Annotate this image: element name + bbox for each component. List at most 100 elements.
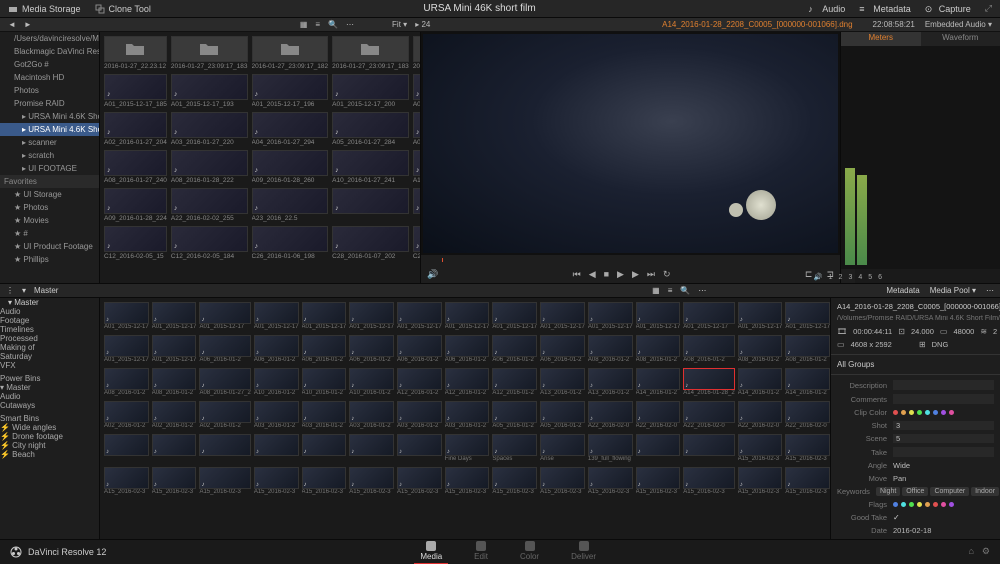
- favorite-item[interactable]: ★ UI Storage: [0, 188, 99, 201]
- storage-clip[interactable]: ♪A05_2016-01-27_284: [332, 112, 409, 146]
- pool-clip[interactable]: ♪A14_2016-01-2: [636, 368, 681, 398]
- folder-item[interactable]: ▸ URSA Mini 4.6K Short Film: [0, 110, 99, 123]
- pool-clip[interactable]: ♪A01_2015-12-17: [152, 302, 197, 332]
- audio-toggle[interactable]: ♪Audio: [808, 4, 845, 14]
- storage-clip[interactable]: ♪A02_2016-01-27_204: [104, 112, 167, 146]
- pool-clip[interactable]: ♪A13_2016-01-2: [588, 368, 633, 398]
- pool-clip[interactable]: ♪A01_2015-12-17: [199, 302, 250, 332]
- pool-clip[interactable]: ♪A06_2016-01-2: [199, 335, 250, 365]
- metadata-menu-icon[interactable]: ⋯: [986, 286, 994, 295]
- storage-clip[interactable]: ♪C26_2016-01-06_198: [252, 226, 329, 260]
- smart-bin-item[interactable]: ⚡ Beach: [0, 450, 99, 459]
- pool-clip[interactable]: ♪A15_2016-02-3: [540, 467, 585, 497]
- meters-tab[interactable]: Meters: [841, 32, 921, 46]
- pool-clip[interactable]: ♪A15_2016-02-3: [199, 467, 250, 497]
- storage-clip[interactable]: ♪A09_2016-01-28_224: [104, 188, 167, 222]
- pool-clip[interactable]: ♪A22_2016-02-0: [683, 401, 734, 431]
- pool-clip[interactable]: ♪A15_2016-02-3: [104, 467, 149, 497]
- pool-clip[interactable]: ♪A08_2016-01-2: [785, 335, 830, 365]
- bin-item[interactable]: Audio: [0, 307, 99, 316]
- pool-clip[interactable]: ♪A08_2016-01-2: [738, 335, 783, 365]
- mute-icon[interactable]: 🔊: [814, 273, 823, 281]
- menu-icon[interactable]: ⋯: [346, 20, 354, 29]
- date-field[interactable]: 2016-02-18: [893, 526, 994, 535]
- bin-item[interactable]: Processed: [0, 334, 99, 343]
- jump-start-icon[interactable]: ⏮: [573, 269, 581, 280]
- flags-picker[interactable]: [893, 502, 954, 507]
- pool-clip[interactable]: ♪A15_2016-02-3: [302, 467, 347, 497]
- pool-clip[interactable]: ♪: [254, 434, 299, 464]
- pool-clip[interactable]: ♪A01_2015-12-17: [397, 302, 442, 332]
- options-icon[interactable]: ⋮: [6, 286, 14, 295]
- pool-clip[interactable]: ♪A06_2016-01-2: [445, 335, 490, 365]
- storage-clip[interactable]: ♪A10_2016-01-27_241: [332, 150, 409, 184]
- pool-clip[interactable]: ♪: [683, 434, 734, 464]
- bin-item[interactable]: Timelines: [0, 325, 99, 334]
- pool-clip[interactable]: ♪A08_2016-01-27_2: [199, 368, 250, 398]
- pool-clip[interactable]: ♪A15_2016-02-3: [397, 467, 442, 497]
- favorite-item[interactable]: ★ Movies: [0, 214, 99, 227]
- media-pool[interactable]: ♪A01_2015-12-17♪A01_2015-12-17♪A01_2015-…: [100, 298, 830, 539]
- pool-clip[interactable]: ♪A01_2015-12-17: [738, 302, 783, 332]
- pool-clip[interactable]: ♪A01_2015-12-17: [785, 302, 830, 332]
- storage-clip[interactable]: ♪A23_2016_22.5: [252, 188, 329, 222]
- pool-clip[interactable]: ♪A01_2015-12-17: [349, 302, 394, 332]
- pool-clip[interactable]: ♪A05_2016-01-2: [540, 401, 585, 431]
- pool-clip[interactable]: ♪: [636, 434, 681, 464]
- favorite-item[interactable]: ★ UI Product Footage: [0, 240, 99, 253]
- pool-clip[interactable]: ♪A08_2016-01-2: [588, 335, 633, 365]
- pool-clip[interactable]: ♪A15_2016-02-3: [738, 467, 783, 497]
- pool-clip[interactable]: ♪A15_2016-02-3: [492, 467, 537, 497]
- storage-browser[interactable]: 2016-01-27_22.23.122016-01-27_23:09:17_1…: [100, 32, 420, 283]
- page-media[interactable]: Media: [414, 539, 448, 564]
- jump-end-icon[interactable]: ⏭: [647, 269, 655, 280]
- folder-item[interactable]: ▸ scratch: [0, 149, 99, 162]
- pool-clip[interactable]: ♪A15_2016-02-3: [785, 467, 830, 497]
- bin-item[interactable]: Making of: [0, 343, 99, 352]
- folder-item[interactable]: ▸ UI FOOTAGE: [0, 162, 99, 175]
- play-icon[interactable]: ▶: [617, 269, 624, 280]
- pool-clip[interactable]: ♪A15_2016-02-3: [349, 467, 394, 497]
- pool-clip[interactable]: ♪A14_2016-01-2: [738, 368, 783, 398]
- metadata-source-dropdown[interactable]: Media Pool ▾: [930, 286, 976, 295]
- favorite-item[interactable]: ★ Phillips: [0, 253, 99, 266]
- storage-clip[interactable]: ♪A01_2015-12-17_180: [413, 74, 420, 108]
- smart-bin-item[interactable]: ⚡ City night: [0, 441, 99, 450]
- pool-clip[interactable]: ♪A06_2016-01-2: [492, 335, 537, 365]
- pool-clip[interactable]: ♪A15_2016-02-3: [588, 467, 633, 497]
- pool-clip[interactable]: ♪139_full_flowing: [588, 434, 633, 464]
- storage-clip[interactable]: 2016-01-27_23:09:17_183: [171, 36, 248, 70]
- pool-clip[interactable]: ♪A15_2016-02-3: [445, 467, 490, 497]
- folder-item[interactable]: ▸ scanner: [0, 136, 99, 149]
- storage-clip[interactable]: ♪A06_2016-01-27_270: [413, 112, 420, 146]
- folder-item[interactable]: ▸ URSA Mini 4.6K Short Film A: [0, 123, 99, 136]
- list-view-icon[interactable]: ≡: [315, 20, 320, 29]
- storage-clip[interactable]: ♪: [413, 188, 420, 222]
- pool-clip[interactable]: ♪A03_2016-01-2: [349, 401, 394, 431]
- pool-menu-icon[interactable]: ⋯: [698, 286, 706, 295]
- bin-item[interactable]: VFX: [0, 361, 99, 370]
- pool-clip[interactable]: ♪A15_2016-02-3: [785, 434, 830, 464]
- pool-clip[interactable]: ♪A03_2016-01-2: [397, 401, 442, 431]
- pool-clip[interactable]: ♪: [104, 434, 149, 464]
- pool-clip[interactable]: ♪A14_2016-01-28_2: [683, 368, 734, 398]
- take-field[interactable]: [893, 447, 994, 457]
- pool-list-icon[interactable]: ≡: [668, 286, 673, 295]
- pool-clip[interactable]: ♪A13_2016-01-2: [540, 368, 585, 398]
- grid-view-icon[interactable]: ▦: [300, 20, 308, 29]
- pool-clip[interactable]: ♪A02_2016-01-2: [199, 401, 250, 431]
- pool-clip[interactable]: ♪A22_2016-02-0: [738, 401, 783, 431]
- storage-clip[interactable]: 2016-01-27_23:09:17_183: [332, 36, 409, 70]
- volume-item[interactable]: Promise RAID: [0, 97, 99, 110]
- power-bin-item[interactable]: ▾ Master: [0, 383, 99, 392]
- step-fwd-icon[interactable]: ▶: [632, 269, 639, 280]
- pool-clip[interactable]: ♪A08_2016-01-2: [683, 335, 734, 365]
- volume-item[interactable]: Blackmagic DaVinci Resolve S: [0, 45, 99, 58]
- pool-clip[interactable]: ♪A06_2016-01-2: [540, 335, 585, 365]
- pool-clip[interactable]: ♪A01_2015-12-17: [492, 302, 537, 332]
- storage-clip[interactable]: ♪A01_2015-12-17_196: [252, 74, 329, 108]
- pool-clip[interactable]: ♪A12_2016-01-2: [397, 368, 442, 398]
- storage-clip[interactable]: ♪C29_2016-01-08_20: [413, 226, 420, 260]
- storage-clip[interactable]: ♪A09_2016-01-28_260: [252, 150, 329, 184]
- pool-clip[interactable]: ♪A02_2016-01-2: [152, 401, 197, 431]
